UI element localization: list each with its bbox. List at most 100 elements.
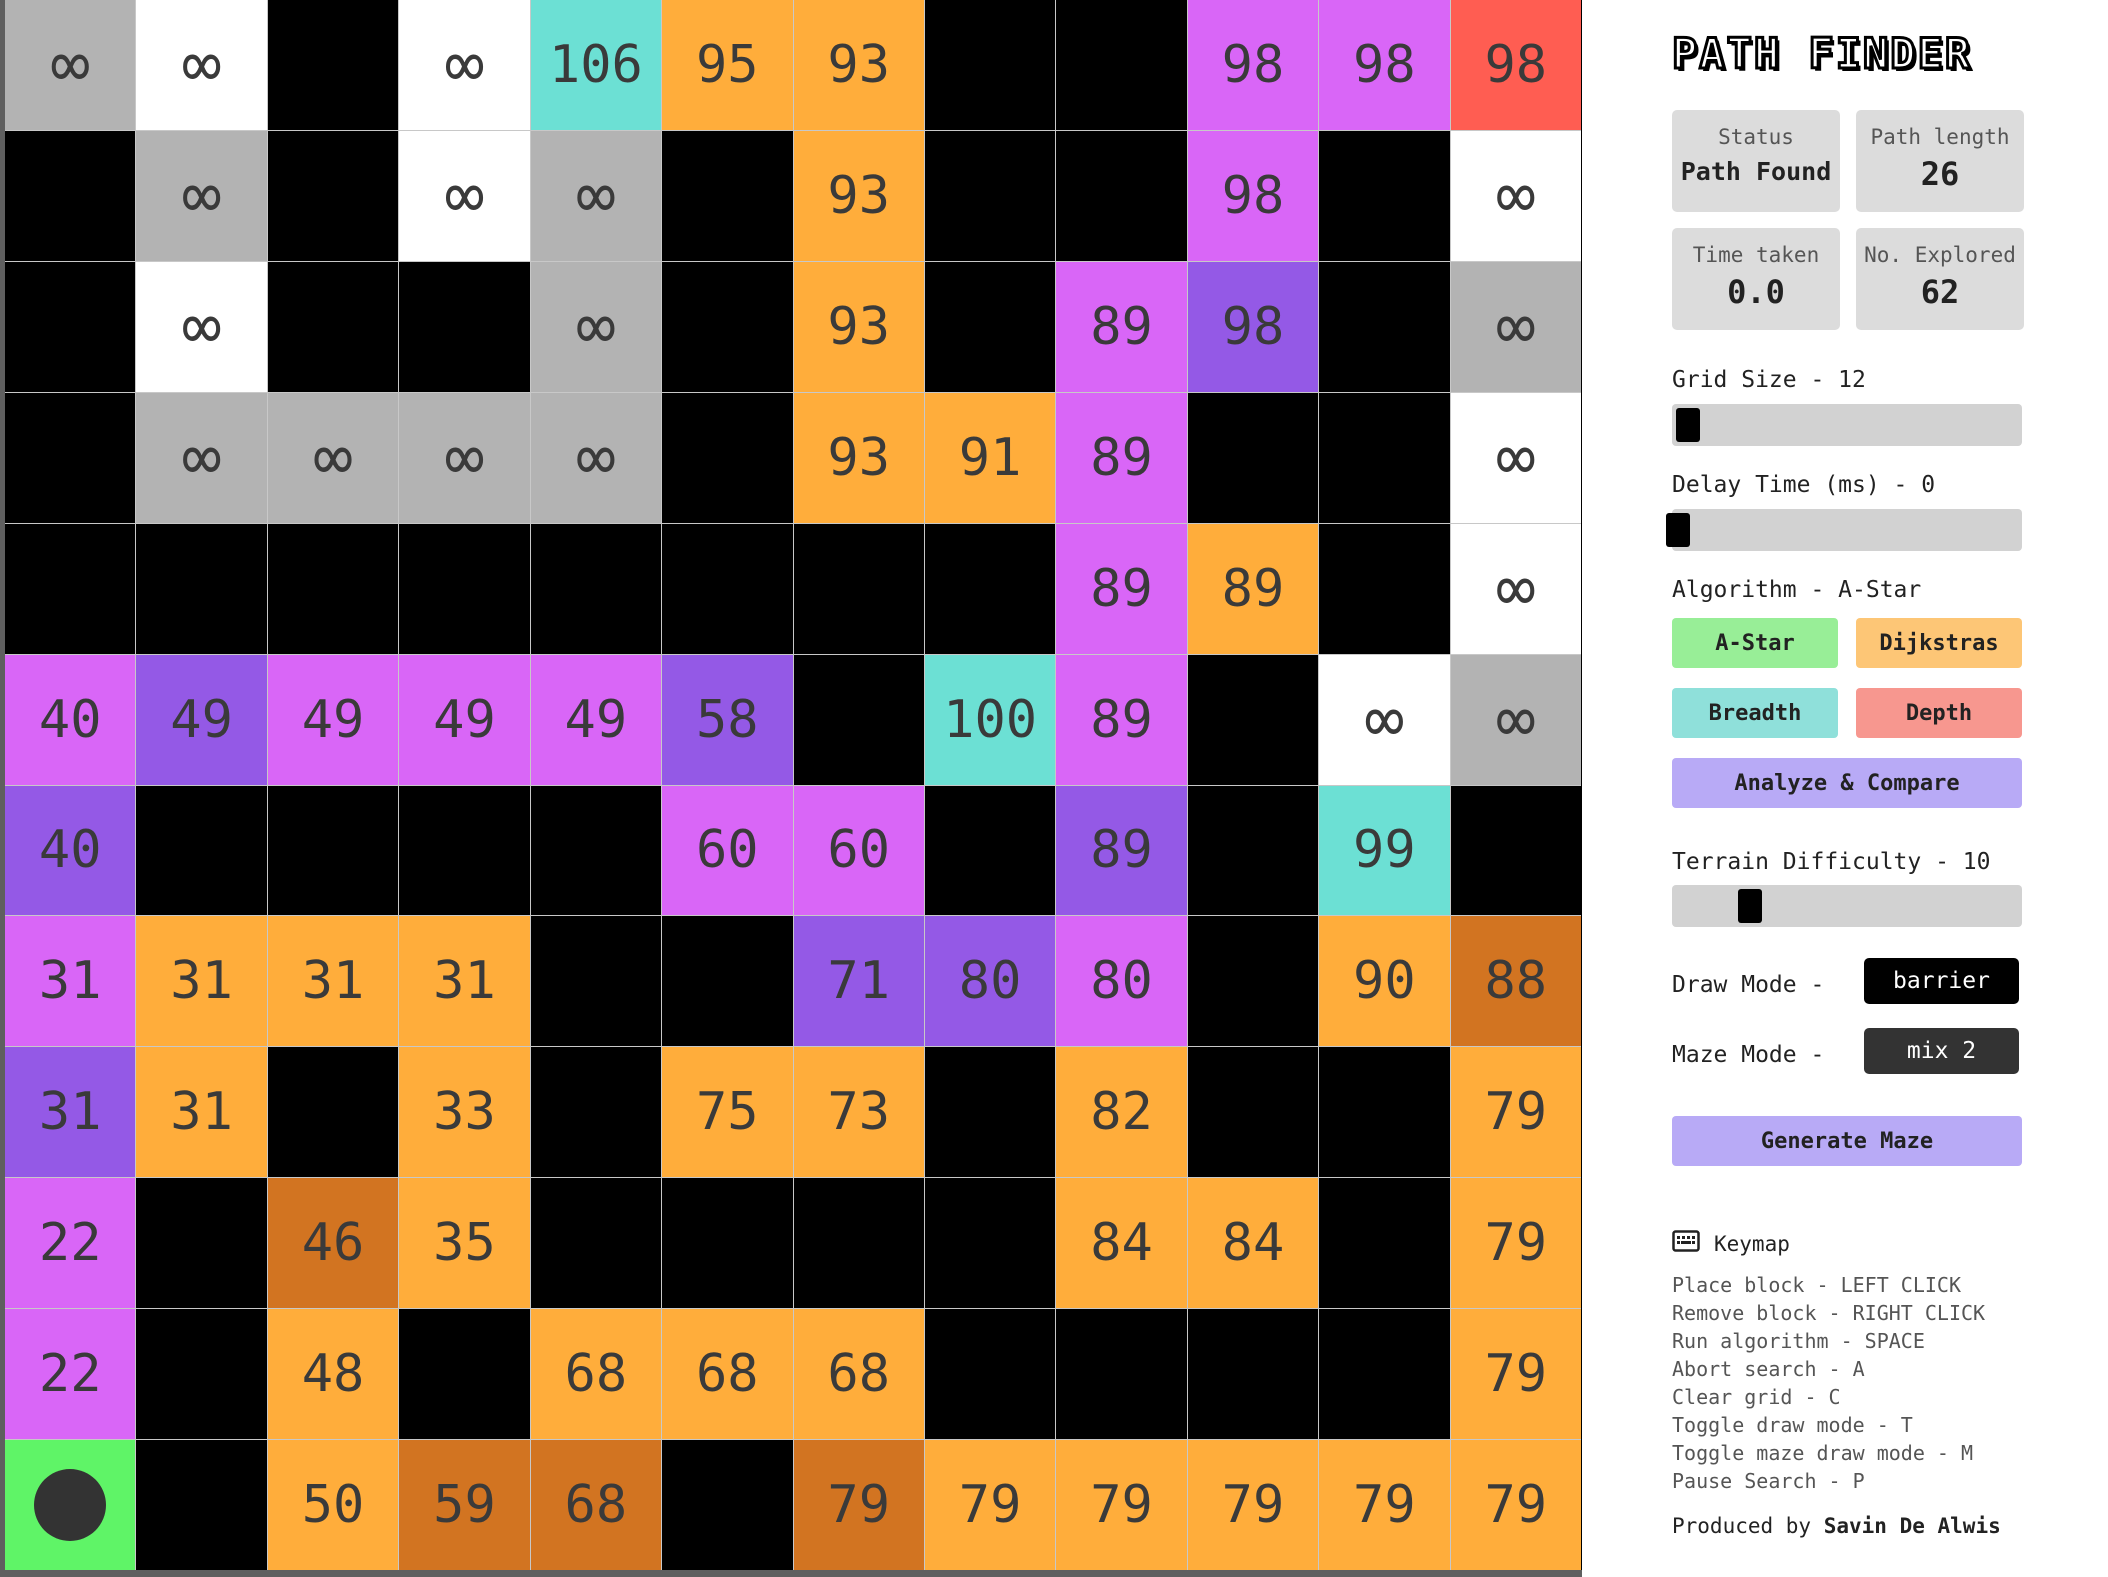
grid-cell[interactable]: 68 [662,1309,793,1440]
grid-cell[interactable]: 75 [662,1047,793,1178]
grid-cell[interactable] [924,785,1056,916]
grid-cell[interactable] [267,0,399,130]
grid-cell[interactable] [924,130,1056,261]
breadth-button[interactable]: Breadth [1672,688,1838,738]
grid-cell[interactable]: 79 [924,1440,1056,1570]
grid-cell[interactable] [267,785,399,916]
grid-cell[interactable]: ∞ [1319,654,1450,785]
grid-cell[interactable]: 33 [399,1047,530,1178]
grid-cell[interactable]: ∞ [1450,261,1581,392]
grid-cell[interactable]: 82 [1056,1047,1187,1178]
grid-cell[interactable]: 58 [662,654,793,785]
grid-cell[interactable]: 79 [1319,1440,1450,1570]
grid-cell[interactable]: 88 [1450,916,1581,1047]
grid-cell[interactable]: ∞ [1450,523,1581,654]
grid-cell[interactable]: 100 [924,654,1056,785]
maze-mode-toggle[interactable]: mix 2 [1864,1028,2019,1074]
grid-cell[interactable]: 31 [136,1047,267,1178]
analyze-compare-button[interactable]: Analyze & Compare [1672,758,2022,808]
grid-cell[interactable] [530,916,662,1047]
grid-cell[interactable]: 89 [1056,785,1187,916]
grid-cell[interactable]: 79 [1187,1440,1319,1570]
grid-cell[interactable]: 89 [1056,392,1187,523]
draw-mode-toggle[interactable]: barrier [1864,958,2019,1004]
grid-cell[interactable] [1187,785,1319,916]
grid-cell[interactable]: 49 [399,654,530,785]
grid-cell[interactable] [399,785,530,916]
grid-cell[interactable]: 93 [793,261,924,392]
grid-cell[interactable]: 98 [1187,130,1319,261]
grid-cell[interactable]: 31 [5,916,136,1047]
grid-cell[interactable]: 79 [1450,1440,1581,1570]
grid-cell[interactable]: 50 [267,1440,399,1570]
grid-cell[interactable] [530,1178,662,1309]
grid-cell[interactable] [924,523,1056,654]
grid-cell[interactable] [5,130,136,261]
grid-cell[interactable]: 60 [662,785,793,916]
grid-cell[interactable] [924,1309,1056,1440]
grid-cell[interactable]: 35 [399,1178,530,1309]
grid-cell[interactable] [924,1178,1056,1309]
grid-cell[interactable] [662,523,793,654]
grid-cell[interactable]: 48 [267,1309,399,1440]
grid-cell[interactable] [1056,130,1187,261]
grid-cell[interactable] [1187,392,1319,523]
grid-cell[interactable]: 79 [1450,1047,1581,1178]
grid-cell[interactable] [793,654,924,785]
delay-slider[interactable] [1666,509,2022,551]
grid-cell[interactable]: 98 [1187,0,1319,130]
grid-cell[interactable]: ∞ [399,0,530,130]
grid-cell[interactable] [267,523,399,654]
grid-cell[interactable]: 46 [267,1178,399,1309]
grid-cell[interactable]: ∞ [1450,654,1581,785]
grid-cell[interactable]: 79 [793,1440,924,1570]
grid-cell[interactable] [136,523,267,654]
grid-cell[interactable] [1319,523,1450,654]
depth-button[interactable]: Depth [1856,688,2022,738]
grid-cell[interactable]: ∞ [530,261,662,392]
astar-button[interactable]: A-Star [1672,618,1838,668]
grid-cell[interactable]: ∞ [136,130,267,261]
grid-cell[interactable]: 68 [793,1309,924,1440]
grid-cell[interactable]: 31 [399,916,530,1047]
grid-cell[interactable]: ∞ [136,392,267,523]
grid-cell[interactable] [662,392,793,523]
grid-cell[interactable] [5,261,136,392]
grid-cell[interactable]: 71 [793,916,924,1047]
grid-cell[interactable]: 98 [1319,0,1450,130]
grid-cell[interactable] [793,523,924,654]
pathfinding-grid[interactable]: ∞ ∞ ∞ 106 95 93 98 98 98 ∞ ∞ ∞ 93 98 ∞ ∞ ∞ 93 89 98 ∞ ∞ ∞ ∞ ∞ 93 9… [5,0,1581,1570]
grid-cell[interactable] [1187,1309,1319,1440]
grid-cell[interactable]: 68 [530,1309,662,1440]
grid-cell[interactable] [1319,1309,1450,1440]
grid-cell[interactable] [662,1178,793,1309]
grid-cell[interactable]: 79 [1450,1309,1581,1440]
start-node[interactable] [5,1440,136,1570]
grid-cell[interactable]: 60 [793,785,924,916]
grid-cell[interactable]: 93 [793,392,924,523]
grid-cell[interactable]: 22 [5,1309,136,1440]
generate-maze-button[interactable]: Generate Maze [1672,1116,2022,1166]
grid-cell[interactable] [924,261,1056,392]
grid-cell[interactable] [530,785,662,916]
grid-cell[interactable] [1056,1309,1187,1440]
grid-cell[interactable]: 49 [267,654,399,785]
grid-cell[interactable]: 80 [924,916,1056,1047]
grid-cell[interactable] [5,392,136,523]
grid-cell[interactable] [924,1047,1056,1178]
grid-cell[interactable] [136,1309,267,1440]
grid-cell[interactable]: 90 [1319,916,1450,1047]
grid-cell[interactable]: 106 [530,0,662,130]
grid-cell[interactable] [399,523,530,654]
grid-cell[interactable]: 79 [1450,1178,1581,1309]
grid-cell[interactable] [662,916,793,1047]
grid-cell[interactable] [1187,1047,1319,1178]
terrain-slider[interactable] [1672,885,2022,927]
grid-cell[interactable] [662,130,793,261]
grid-cell[interactable]: 95 [662,0,793,130]
grid-cell[interactable]: ∞ [399,392,530,523]
grid-cell[interactable] [136,1440,267,1570]
grid-cell[interactable]: 79 [1056,1440,1187,1570]
grid-cell[interactable] [267,261,399,392]
grid-cell[interactable]: 89 [1187,523,1319,654]
